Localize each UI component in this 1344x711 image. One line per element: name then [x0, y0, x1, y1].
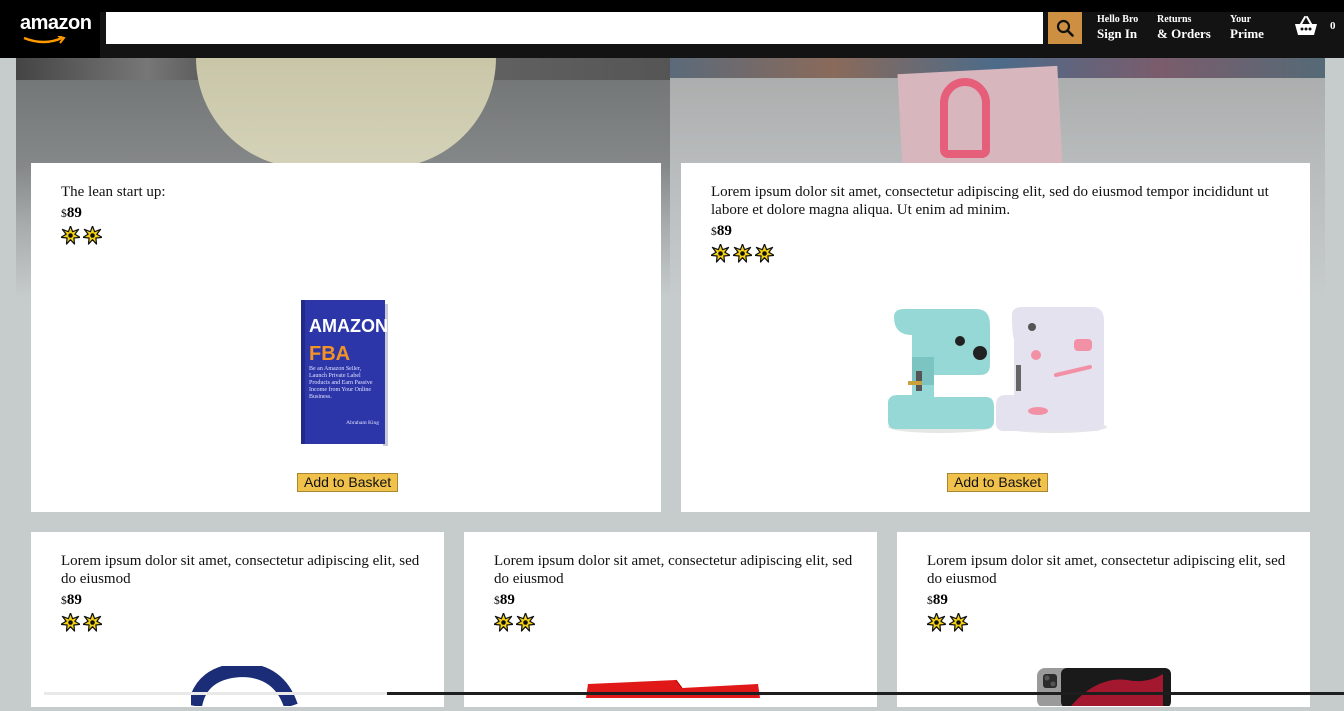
basket-count: 0 — [1330, 20, 1336, 32]
product-card: Lorem ipsum dolor sit amet, consectetur … — [464, 532, 877, 707]
star-icon — [83, 613, 102, 637]
star-icon — [755, 244, 774, 268]
add-to-basket-button[interactable]: Add to Basket — [947, 473, 1049, 492]
product-image-red-box — [586, 678, 762, 703]
product-card: Lorem ipsum dolor sit amet, consectetur … — [31, 532, 444, 709]
product-card: Lorem ipsum dolor sit amet, consectetur … — [897, 532, 1310, 708]
nav-greeting: Hello Bro — [1097, 14, 1139, 25]
nav-sign-in[interactable]: Hello Bro Sign In — [1097, 14, 1138, 42]
product-price: $89 — [711, 223, 732, 239]
search-input[interactable] — [106, 12, 1043, 44]
product-rating — [61, 226, 641, 250]
nav-orders-label: & Orders — [1157, 26, 1211, 41]
product-image-tablet — [1037, 666, 1171, 711]
product-image-watch-band — [188, 662, 301, 711]
search-icon — [1056, 19, 1074, 37]
logo-text: amazon — [20, 12, 92, 34]
book-title-line2: FBA — [309, 343, 350, 365]
star-icon — [61, 613, 80, 637]
star-icon — [733, 244, 752, 268]
product-title: Lorem ipsum dolor sit amet, consectetur … — [711, 184, 1269, 218]
amazon-logo[interactable]: amazon — [0, 0, 100, 58]
product-title: Lorem ipsum dolor sit amet, consectetur … — [494, 553, 853, 587]
star-icon — [927, 613, 946, 637]
add-to-basket-button[interactable]: Add to Basket — [297, 473, 399, 492]
star-icon — [61, 226, 80, 250]
product-title: Lorem ipsum dolor sit amet, consectetur … — [927, 553, 1286, 587]
product-rating — [61, 613, 424, 637]
star-icon — [949, 613, 968, 637]
star-icon — [83, 226, 102, 250]
product-rating — [494, 613, 857, 637]
basket-link[interactable]: 0 — [1294, 16, 1336, 36]
nav-prime[interactable]: Your Prime — [1230, 14, 1264, 42]
product-rating — [927, 613, 1290, 637]
nav-sign-in-label: Sign In — [1097, 26, 1138, 41]
nav-returns-label: Returns — [1157, 14, 1192, 25]
product-title: The lean start up: — [61, 184, 166, 200]
product-card: Lorem ipsum dolor sit amet, consectetur … — [681, 163, 1310, 512]
product-price: $89 — [494, 592, 515, 608]
product-title: Lorem ipsum dolor sit amet, consectetur … — [61, 553, 420, 587]
product-rating — [711, 244, 1290, 268]
nav-prime-label: Prime — [1230, 26, 1264, 41]
product-image-book: AMAZON FBA Be an Amazon Seller, Launch P… — [299, 298, 391, 453]
basket-icon — [1295, 16, 1317, 35]
search-button[interactable] — [1048, 12, 1082, 44]
book-blurb: Be an Amazon Seller, Launch Private Labe… — [309, 366, 373, 400]
product-price: $89 — [61, 592, 82, 608]
product-price: $89 — [927, 592, 948, 608]
logo-smile-icon — [23, 36, 66, 44]
nav-your-label: Your — [1230, 14, 1252, 25]
star-icon — [494, 613, 513, 637]
product-price: $89 — [61, 205, 82, 221]
header: amazon Hello Bro Sign In Returns & Order… — [0, 0, 1344, 58]
book-title-line1: AMAZON — [309, 316, 388, 336]
product-card: The lean start up: $89 AMAZON FBA Be an … — [31, 163, 661, 512]
book-author: Abraham King — [346, 420, 379, 426]
star-icon — [516, 613, 535, 637]
nav-returns-orders[interactable]: Returns & Orders — [1157, 14, 1211, 42]
product-image-sewing-machines — [886, 305, 1108, 442]
star-icon — [711, 244, 730, 268]
